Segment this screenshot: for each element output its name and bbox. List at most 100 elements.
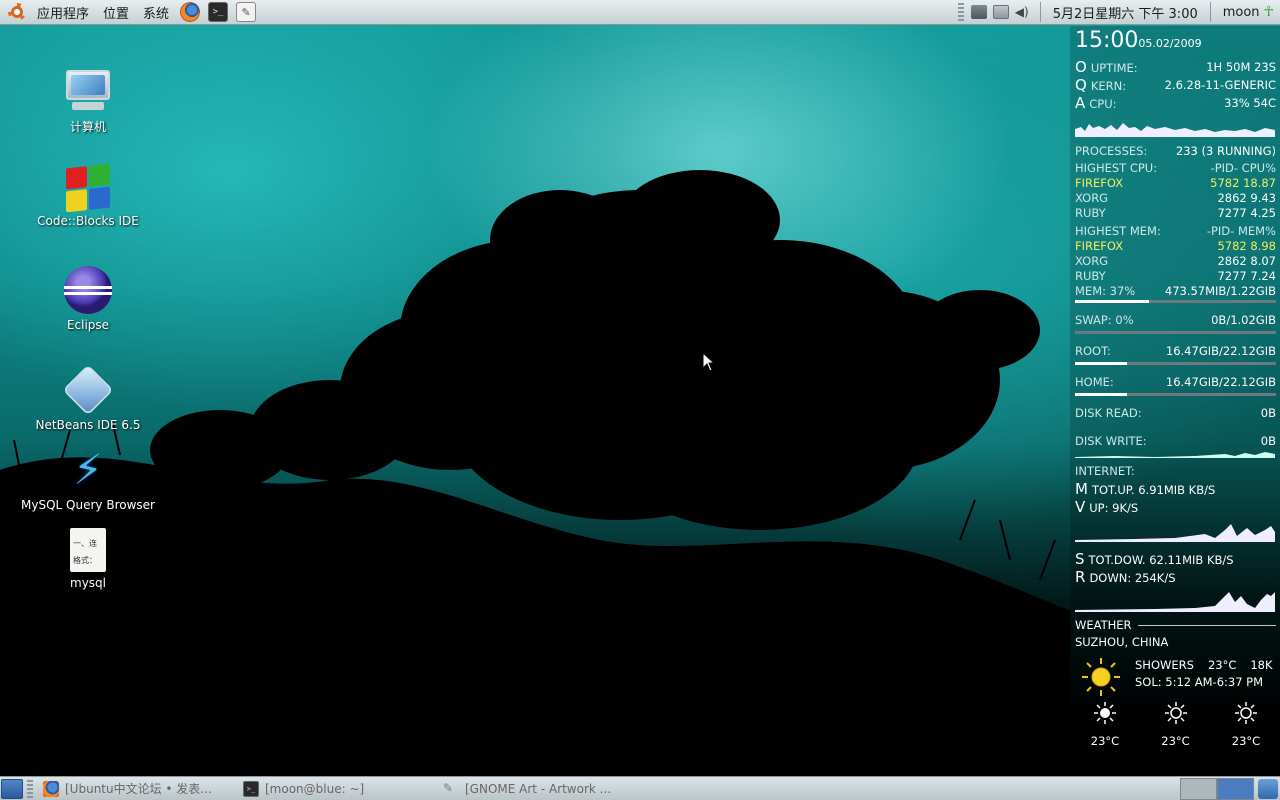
workspace-2[interactable] bbox=[1217, 777, 1254, 800]
mem-value: 473.57MIB/1.22GIB bbox=[1164, 283, 1276, 298]
desktop-icon-eclipse[interactable]: Eclipse bbox=[8, 266, 168, 332]
conky-disk-read-row: DISK READ: 0B bbox=[1075, 404, 1276, 422]
tray-separator bbox=[1209, 2, 1211, 22]
process-name: XORG bbox=[1075, 190, 1109, 205]
down-speed-value: DOWN: 254K/S bbox=[1089, 571, 1176, 585]
upload-speed-glyph-icon: V bbox=[1075, 498, 1086, 516]
system-tray: ◀) 5月2日星期六 下午 3:00 moon ☥ bbox=[954, 0, 1280, 25]
panel-grip-icon[interactable] bbox=[27, 779, 33, 798]
download-graph bbox=[1075, 592, 1275, 612]
system-menu[interactable]: 系统 bbox=[136, 0, 176, 25]
weather-wind: 18K bbox=[1250, 658, 1273, 672]
desktop-icon-computer[interactable]: 计算机 bbox=[8, 66, 168, 135]
process-name: RUBY bbox=[1075, 205, 1106, 220]
highest-mem-title: HIGHEST MEM: bbox=[1075, 223, 1161, 238]
highest-cpu-row: XORG 2862 9.43 bbox=[1075, 190, 1276, 205]
highest-cpu-columns: -PID- CPU% bbox=[1210, 160, 1276, 175]
highest-mem-header: HIGHEST MEM: -PID- MEM% bbox=[1075, 223, 1276, 238]
desktop-icon-codeblocks[interactable]: Code::Blocks IDE bbox=[8, 163, 168, 228]
desktop-icon-label: Code::Blocks IDE bbox=[37, 214, 139, 228]
applications-menu[interactable]: 应用程序 bbox=[30, 0, 96, 25]
weather-temperature: 23°C bbox=[1207, 658, 1237, 672]
root-value: 16.47GIB/22.12GIB bbox=[1165, 344, 1276, 358]
show-desktop-button[interactable] bbox=[1, 778, 23, 799]
conky-swap-row: SWAP: 0% 0B/1.02GIB bbox=[1075, 311, 1276, 329]
taskbar-item-terminal[interactable]: >_ [moon@blue: ~] bbox=[237, 778, 437, 800]
file-preview-line: 一、连 bbox=[73, 539, 97, 548]
taskbar-item-label: [GNOME Art - Artwork ... bbox=[465, 781, 612, 796]
conky-kernel-row: Q KERN: 2.6.28-11-GENERIC bbox=[1075, 76, 1276, 94]
disk-write-value: 0B bbox=[1260, 434, 1276, 448]
desktop-icon-netbeans[interactable]: NetBeans IDE 6.5 bbox=[8, 364, 168, 432]
total-down-value: TOT.DOW. 62.11MIB KB/S bbox=[1088, 553, 1234, 567]
forecast-temperature: 23°C bbox=[1231, 734, 1261, 748]
volume-icon[interactable]: ◀) bbox=[1015, 5, 1031, 19]
root-label: ROOT: bbox=[1075, 344, 1111, 358]
conky-processes-row: PROCESSES: 233 (3 RUNNING) bbox=[1075, 142, 1276, 160]
panel-clock[interactable]: 5月2日星期六 下午 3:00 bbox=[1047, 3, 1204, 22]
weather-label: WEATHER bbox=[1075, 618, 1132, 632]
conky-mem-row: MEM: 37% 473.57MIB/1.22GIB bbox=[1075, 283, 1276, 298]
conky-clock: 15:00 bbox=[1075, 28, 1139, 53]
conky-location-row: SUZHOU, CHINA bbox=[1075, 634, 1276, 649]
ubuntu-logo-icon[interactable] bbox=[8, 3, 26, 21]
tray-separator bbox=[1039, 2, 1041, 22]
conky-uptime-row: O UPTIME: 1H 50M 23S bbox=[1075, 58, 1276, 76]
places-menu[interactable]: 位置 bbox=[96, 0, 136, 25]
home-value: 16.47GIB/22.12GIB bbox=[1165, 375, 1276, 389]
process-stats: 2862 8.07 bbox=[1217, 253, 1276, 268]
terminal-icon: >_ bbox=[243, 780, 259, 797]
uptime-label: UPTIME: bbox=[1090, 61, 1138, 75]
conky-date: 05.02/2009 bbox=[1138, 37, 1202, 50]
computer-icon bbox=[64, 66, 112, 114]
text-editor-icon[interactable]: ✎ bbox=[236, 2, 257, 22]
conky-root-row: ROOT: 16.47GIB/22.12GIB bbox=[1075, 342, 1276, 360]
desktop-icon-label: MySQL Query Browser bbox=[21, 498, 155, 512]
bottom-panel: [Ubuntu中文论坛 • 发表... >_ [moon@blue: ~] ✎ … bbox=[0, 776, 1280, 800]
mem-bar bbox=[1075, 300, 1276, 303]
conky-internet-row: INTERNET: bbox=[1075, 462, 1276, 480]
weather-location: SUZHOU, CHINA bbox=[1075, 634, 1169, 649]
conky-weather-header: WEATHER bbox=[1075, 616, 1276, 634]
desktop-icon-label: mysql bbox=[70, 576, 106, 590]
keyboard-icon[interactable] bbox=[992, 5, 1009, 19]
process-stats: 5782 8.98 bbox=[1217, 238, 1276, 253]
top-panel: 应用程序 位置 系统 >_ ✎ ◀) 5月2日星期六 下午 3:00 moon … bbox=[0, 0, 1280, 25]
weather-condition: SHOWERS bbox=[1135, 658, 1194, 672]
mouse-cursor-icon bbox=[702, 352, 716, 372]
disk-read-label: DISK READ: bbox=[1075, 406, 1142, 420]
panel-grip-icon[interactable] bbox=[957, 3, 964, 21]
home-bar-fill bbox=[1075, 393, 1128, 396]
mysql-icon: ⚡ bbox=[73, 445, 103, 494]
cpu-glyph-icon: A bbox=[1075, 94, 1086, 112]
download-glyph-icon: S bbox=[1075, 550, 1085, 568]
highest-cpu-row: RUBY 7277 4.25 bbox=[1075, 205, 1276, 220]
process-name: XORG bbox=[1075, 253, 1109, 268]
uptime-value: 1H 50M 23S bbox=[1206, 60, 1276, 74]
conky-system-monitor: 15:0005.02/2009 O UPTIME: 1H 50M 23S Q KER… bbox=[1070, 26, 1280, 774]
workspace-1[interactable] bbox=[1180, 777, 1217, 800]
user-switcher[interactable]: moon bbox=[1217, 5, 1264, 20]
desktop-icon-label: NetBeans IDE 6.5 bbox=[35, 418, 141, 432]
taskbar-item-firefox[interactable]: [Ubuntu中文论坛 • 发表... bbox=[37, 778, 237, 800]
highest-mem-row: RUBY 7277 7.24 bbox=[1075, 268, 1276, 283]
swap-label: SWAP: 0% bbox=[1075, 313, 1134, 327]
gnome-art-icon: ✎ bbox=[443, 780, 454, 795]
network-icon[interactable] bbox=[970, 5, 987, 19]
trash-icon[interactable] bbox=[1258, 778, 1278, 799]
taskbar-item-gnome-art[interactable]: ✎ [GNOME Art - Artwork ... bbox=[437, 778, 637, 800]
forecast-temperature: 23°C bbox=[1161, 734, 1190, 748]
weather-forecast: 23°C 23°C 23°C bbox=[1075, 701, 1276, 748]
desktop-icon-mysql-file[interactable]: 一、连 格式： mysql bbox=[8, 528, 168, 590]
conky-total-down-row: S TOT.DOW. 62.11MIB KB/S bbox=[1075, 550, 1276, 568]
kernel-glyph-icon: Q bbox=[1075, 76, 1087, 94]
firefox-icon[interactable] bbox=[180, 2, 201, 22]
user-status-icon[interactable]: ☥ bbox=[1264, 4, 1274, 20]
terminal-icon[interactable]: >_ bbox=[208, 2, 229, 22]
conky-cpu-row: A CPU: 33% 54C bbox=[1075, 94, 1276, 112]
desktop-icon-mysql-query-browser[interactable]: ⚡ MySQL Query Browser bbox=[8, 445, 168, 513]
process-name: FIREFOX bbox=[1075, 175, 1124, 190]
highest-mem-row: FIREFOX 5782 8.98 bbox=[1075, 238, 1276, 253]
taskbar-item-label: [Ubuntu中文论坛 • 发表... bbox=[65, 782, 212, 796]
highest-cpu-row: FIREFOX 5782 18.87 bbox=[1075, 175, 1276, 190]
